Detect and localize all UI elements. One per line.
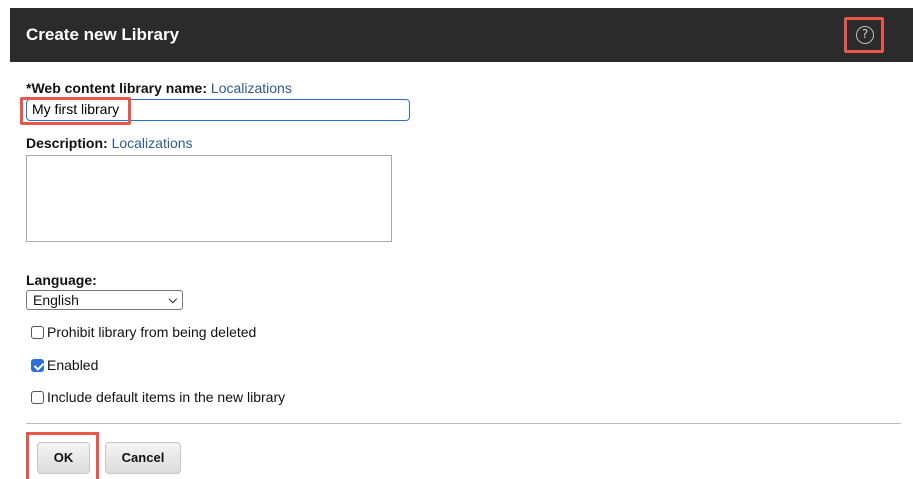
prohibit-delete-label: Prohibit library from being deleted: [47, 324, 257, 340]
divider: [26, 423, 901, 424]
ok-button[interactable]: OK: [37, 442, 90, 474]
description-label: Description: Localizations: [26, 135, 193, 151]
cancel-button[interactable]: Cancel: [105, 442, 181, 474]
name-localizations-link[interactable]: Localizations: [211, 80, 292, 96]
help-highlight: ?: [844, 17, 884, 53]
description-localizations-link[interactable]: Localizations: [112, 135, 193, 151]
enabled-label: Enabled: [47, 357, 99, 373]
enabled-checkbox[interactable]: [31, 359, 44, 372]
language-value: English: [33, 292, 79, 308]
language-label: Language:: [26, 272, 97, 288]
language-select[interactable]: English ⌵: [26, 290, 183, 310]
dialog-header: Create new Library ?: [10, 8, 913, 62]
library-name-input[interactable]: My first library: [26, 99, 410, 121]
description-textarea[interactable]: [26, 155, 392, 242]
dialog-title: Create new Library: [26, 25, 180, 44]
include-defaults-checkbox[interactable]: [31, 391, 44, 404]
prohibit-delete-checkbox[interactable]: [31, 326, 44, 339]
question-circle-icon[interactable]: ?: [856, 26, 874, 44]
library-name-label: *Web content library name: Localizations: [26, 80, 292, 96]
include-defaults-label: Include default items in the new library: [47, 389, 286, 405]
chevron-down-icon: ⌵: [168, 293, 177, 306]
